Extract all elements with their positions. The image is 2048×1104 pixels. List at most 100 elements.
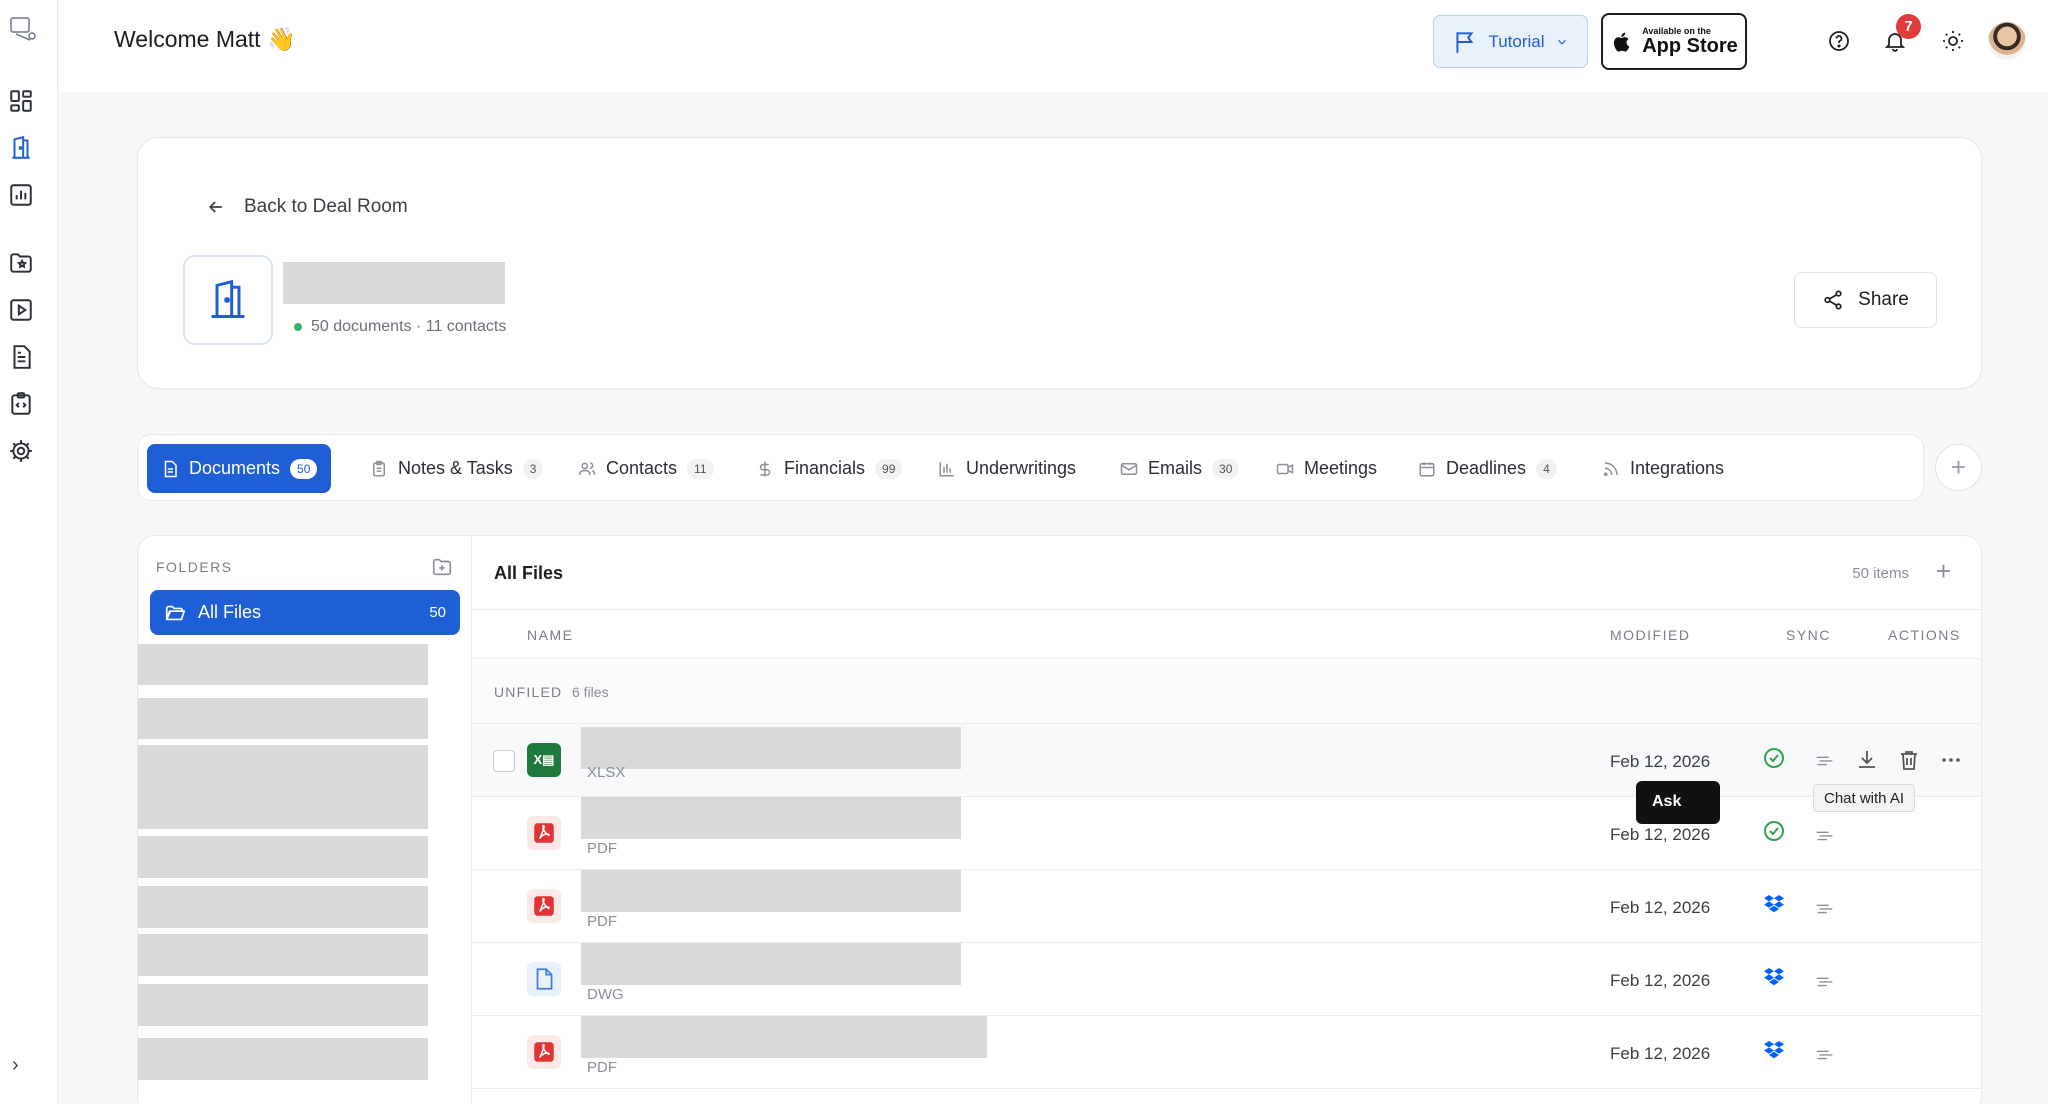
help-icon[interactable] <box>1825 27 1853 55</box>
table-row[interactable]: PDF Feb 12, 2026 <box>472 1016 1981 1089</box>
app-logo[interactable] <box>8 14 38 44</box>
chevron-down-icon <box>1557 39 1566 45</box>
excel-file-icon: X▤ <box>527 743 561 777</box>
back-label: Back to Deal Room <box>244 196 408 217</box>
new-folder-icon[interactable] <box>431 556 453 578</box>
unfiled-group-header[interactable]: UNFILED 6 files <box>472 659 1981 724</box>
video-icon <box>1276 463 1294 474</box>
code-clipboard-icon[interactable] <box>7 390 35 418</box>
row-checkbox[interactable] <box>493 750 515 772</box>
more-options-icon[interactable] <box>1939 748 1963 772</box>
modified-date: Feb 12, 2026 <box>1610 898 1711 917</box>
folders-label: FOLDERS <box>156 559 233 575</box>
tab-count: 3 <box>522 458 544 479</box>
deal-name-redacted <box>283 262 505 304</box>
folder-redacted[interactable] <box>138 934 428 976</box>
folder-redacted[interactable] <box>138 698 428 739</box>
notification-badge: 7 <box>1896 14 1921 39</box>
tab-documents[interactable]: Documents 50 <box>147 444 332 493</box>
chat-with-ai-tooltip: Chat with AI <box>1813 784 1916 812</box>
tab-financials[interactable]: Financials 99 <box>742 444 916 493</box>
chat-ai-icon[interactable] <box>1814 898 1836 918</box>
table-row[interactable]: DWG Feb 12, 2026 <box>472 943 1981 1016</box>
users-icon <box>578 461 596 475</box>
document-icon <box>164 460 177 477</box>
deal-room-door-icon <box>183 255 273 345</box>
share-label: Share <box>1858 289 1909 310</box>
deal-meta-text: 50 documents · 11 contacts <box>311 318 507 335</box>
chat-ai-icon[interactable] <box>1814 971 1836 991</box>
chat-ai-icon[interactable] <box>1814 750 1836 770</box>
table-row[interactable]: PDF Feb 12, 2026 <box>472 870 1981 943</box>
folder-redacted[interactable] <box>138 644 428 685</box>
app-store-button[interactable]: Available on the App Store <box>1601 13 1747 70</box>
pdf-file-icon <box>527 816 561 850</box>
settings-icon[interactable] <box>7 437 35 465</box>
folder-redacted[interactable] <box>138 1038 428 1080</box>
download-icon[interactable] <box>1855 748 1879 772</box>
analytics-icon[interactable] <box>7 181 35 209</box>
apple-icon <box>1614 32 1630 52</box>
group-count: 6 files <box>572 684 609 700</box>
chat-ai-icon[interactable] <box>1814 1044 1836 1064</box>
tab-count: 50 <box>290 458 318 479</box>
dropbox-icon <box>1764 968 1784 986</box>
folders-sidebar: FOLDERS All Files 50 <box>138 536 472 1104</box>
folder-redacted[interactable] <box>138 745 428 829</box>
table-row[interactable]: X▤ XLSX Feb 12, 2026 <box>472 724 1981 797</box>
tab-meetings[interactable]: Meetings <box>1262 444 1391 493</box>
tab-label: Deadlines <box>1446 458 1527 478</box>
tabs-bar: Documents 50 Notes & Tasks 3 Contacts 11… <box>137 434 1924 501</box>
folder-all-files[interactable]: All Files 50 <box>150 590 460 635</box>
tab-label: Meetings <box>1304 458 1378 478</box>
file-name-redacted[interactable] <box>581 797 961 839</box>
file-name-redacted[interactable] <box>581 943 961 985</box>
table-row[interactable]: PDF Feb 12, 2026 <box>472 797 1981 870</box>
tab-emails[interactable]: Emails 30 <box>1106 444 1253 493</box>
file-name-redacted[interactable] <box>581 870 961 912</box>
file-name-redacted[interactable] <box>581 1016 987 1058</box>
rss-icon <box>1603 461 1618 476</box>
deal-room-icon[interactable] <box>7 134 35 162</box>
folder-label: All Files <box>198 602 262 622</box>
tab-notes-tasks[interactable]: Notes & Tasks 3 <box>356 444 557 493</box>
media-play-icon[interactable] <box>7 296 35 324</box>
column-modified[interactable]: MODIFIED <box>1610 627 1690 643</box>
column-name[interactable]: NAME <box>527 627 573 643</box>
modified-date: Feb 12, 2026 <box>1610 752 1711 771</box>
tab-deadlines[interactable]: Deadlines 4 <box>1404 444 1571 493</box>
starred-folder-icon[interactable] <box>7 249 35 277</box>
bar-chart-icon <box>939 461 954 476</box>
back-to-deal-room-link[interactable]: Back to Deal Room <box>206 196 408 218</box>
document-icon[interactable] <box>7 343 35 371</box>
pdf-file-icon <box>527 889 561 923</box>
top-bar: Welcome Matt 👋 <box>59 0 2048 92</box>
tab-label: Contacts <box>606 458 678 478</box>
generic-file-icon <box>527 962 561 996</box>
share-button[interactable]: Share <box>1794 272 1937 328</box>
tab-contacts[interactable]: Contacts 11 <box>564 444 728 493</box>
dashboard-icon[interactable] <box>7 87 35 115</box>
tab-integrations[interactable]: Integrations <box>1588 444 1738 493</box>
theme-toggle-icon[interactable] <box>1939 27 1967 55</box>
tab-label: Emails <box>1148 458 1203 478</box>
calendar-icon <box>1419 461 1435 476</box>
file-type: PDF <box>587 913 617 930</box>
add-file-icon[interactable]: + <box>1936 556 1951 587</box>
tutorial-button[interactable]: Tutorial <box>1433 15 1588 68</box>
expand-sidebar-icon[interactable]: › <box>12 1054 19 1077</box>
chat-ai-icon[interactable] <box>1814 825 1836 845</box>
folder-redacted[interactable] <box>138 886 428 928</box>
folder-redacted[interactable] <box>138 836 428 878</box>
add-tab-button[interactable]: + <box>1935 444 1982 491</box>
tab-underwritings[interactable]: Underwritings <box>924 444 1090 493</box>
user-avatar[interactable] <box>1988 22 2026 60</box>
status-dot <box>294 323 302 331</box>
folder-redacted[interactable] <box>138 984 428 1026</box>
trash-icon[interactable] <box>1897 748 1921 772</box>
sync-check-icon <box>1764 821 1784 841</box>
file-name-redacted[interactable] <box>581 727 961 769</box>
group-label: UNFILED <box>494 684 563 700</box>
file-type: PDF <box>587 840 617 857</box>
dropbox-icon <box>1764 1041 1784 1059</box>
